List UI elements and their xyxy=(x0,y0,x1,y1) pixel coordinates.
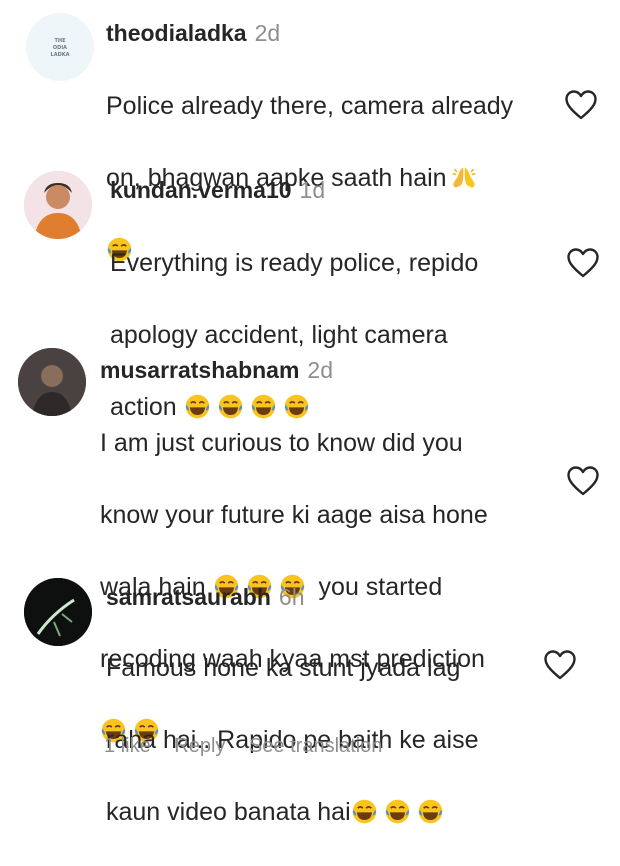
username[interactable]: theodialadka xyxy=(106,20,247,46)
odia-ladka-logo-icon: THE ODIA LADKA xyxy=(26,13,94,81)
username[interactable]: musarratshabnam xyxy=(100,357,299,383)
laugh-emoji-icon xyxy=(351,798,378,825)
comment-line: Famous hone ka stunt jyada lag xyxy=(106,654,461,682)
reply-button[interactable]: Reply xyxy=(174,735,225,757)
comment-line: Everything is ready police, repido xyxy=(110,249,479,277)
avatar-photo-icon xyxy=(24,578,92,646)
timestamp: 1d xyxy=(299,177,326,203)
svg-text:LADKA: LADKA xyxy=(51,52,70,58)
heart-outline-icon[interactable] xyxy=(543,649,577,681)
timestamp: 2d xyxy=(307,357,334,383)
heart-outline-icon[interactable] xyxy=(566,465,600,497)
heart-outline-icon[interactable] xyxy=(564,89,598,121)
laugh-emoji-icon xyxy=(417,798,444,825)
comment-header: theodialadka 2d xyxy=(106,18,280,52)
comment-line: Police already there, camera already xyxy=(106,92,514,120)
comment-line: kaun video banata hai xyxy=(106,794,478,830)
comment-line: know your future ki aage aisa hone xyxy=(100,501,488,529)
comment-header: samratsaurabh 6h xyxy=(106,582,305,616)
comment-item: samratsaurabh 6h Famous hone ka stunt jya… xyxy=(0,572,620,826)
avatar[interactable]: THE ODIA LADKA xyxy=(26,13,94,81)
timestamp: 2d xyxy=(254,20,281,46)
heart-outline-icon[interactable] xyxy=(566,247,600,279)
avatar[interactable] xyxy=(24,578,92,646)
comment-header: kundan.verma10 1d xyxy=(110,175,325,209)
avatar[interactable] xyxy=(24,171,92,239)
avatar-photo-icon xyxy=(24,171,92,239)
comment-header: musarratshabnam 2d xyxy=(100,355,333,389)
avatar[interactable] xyxy=(18,348,86,416)
laugh-emoji-icon xyxy=(384,798,411,825)
see-translation-link[interactable]: See translation xyxy=(249,735,382,757)
comment-line: I am just curious to know did you xyxy=(100,429,463,457)
username[interactable]: kundan.verma10 xyxy=(110,177,292,203)
timestamp: 6h xyxy=(278,584,305,610)
comment-item: THE ODIA LADKA theodialadka 2d Police alr… xyxy=(0,0,620,165)
svg-text:ODIA: ODIA xyxy=(53,45,67,51)
comment-item: kundan.verma10 1d Everything is ready pol… xyxy=(0,165,620,421)
like-count[interactable]: 1 like xyxy=(104,735,151,757)
avatar-logo-text: THE xyxy=(54,38,66,44)
comment-actions: 1 like Reply See translation xyxy=(104,733,400,759)
comment-item: musarratshabnam 2d I am just curious to k… xyxy=(0,335,620,572)
avatar-photo-icon xyxy=(18,348,86,416)
username[interactable]: samratsaurabh xyxy=(106,584,271,610)
